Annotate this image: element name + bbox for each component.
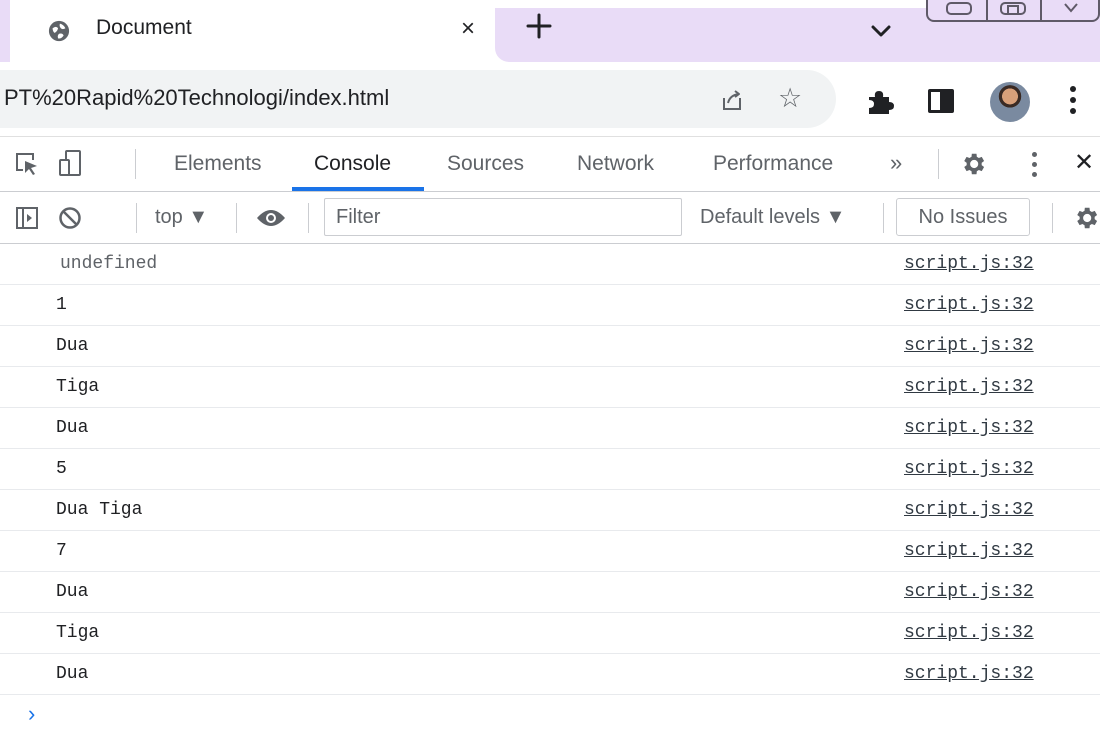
issues-button[interactable]: No Issues xyxy=(896,198,1030,236)
console-settings-icon[interactable] xyxy=(1072,204,1100,232)
console-message: Dua script.js:32 xyxy=(0,572,1100,613)
console-messages: undefined script.js:32 1 script.js:32 Du… xyxy=(0,244,1100,740)
console-message-text: Dua xyxy=(56,582,89,602)
toolbar-divider xyxy=(1052,203,1053,233)
console-message-text: Tiga xyxy=(56,377,100,397)
console-message-text: Dua xyxy=(56,664,89,684)
source-link[interactable]: script.js:32 xyxy=(904,664,1034,684)
source-link[interactable]: script.js:32 xyxy=(904,500,1034,520)
prompt-chevron-icon: › xyxy=(28,701,36,726)
chevron-down-icon[interactable] xyxy=(870,20,892,42)
source-link[interactable]: script.js:32 xyxy=(904,459,1034,479)
toolbar-divider xyxy=(308,203,309,233)
puzzle-icon[interactable] xyxy=(866,87,894,115)
source-link[interactable]: script.js:32 xyxy=(904,582,1034,602)
restore-icon[interactable] xyxy=(1000,2,1026,18)
console-message: 7 script.js:32 xyxy=(0,531,1100,572)
sidebar-icon[interactable] xyxy=(928,89,954,113)
tab-console[interactable]: Console xyxy=(314,152,391,176)
toolbar-divider xyxy=(883,203,884,233)
source-link[interactable]: script.js:32 xyxy=(904,418,1034,438)
tab-performance[interactable]: Performance xyxy=(713,152,833,176)
tab-sources[interactable]: Sources xyxy=(447,152,524,176)
console-prompt[interactable]: › xyxy=(0,695,1100,735)
inspect-element-icon[interactable] xyxy=(14,151,40,177)
console-message: Dua script.js:32 xyxy=(0,654,1100,695)
console-message: 1 script.js:32 xyxy=(0,285,1100,326)
console-message: Tiga script.js:32 xyxy=(0,613,1100,654)
console-message: Dua Tiga script.js:32 xyxy=(0,490,1100,531)
window-control-divider xyxy=(1040,0,1042,20)
console-message-text: Tiga xyxy=(56,623,100,643)
console-message: 5 script.js:32 xyxy=(0,449,1100,490)
source-link[interactable]: script.js:32 xyxy=(904,623,1034,643)
close-window-icon[interactable] xyxy=(1062,2,1080,18)
console-message-text: undefined xyxy=(60,254,158,274)
toolbar-divider xyxy=(938,149,939,179)
log-levels-dropdown[interactable]: Default levels ▼ xyxy=(700,206,845,229)
tab-title: Document xyxy=(96,16,192,39)
minimize-icon[interactable] xyxy=(946,2,972,18)
console-message-text: Dua xyxy=(56,418,89,438)
globe-icon xyxy=(48,20,70,42)
toolbar-divider xyxy=(135,149,136,179)
tab-strip: Document × xyxy=(0,0,1100,62)
device-toolbar-icon[interactable] xyxy=(58,149,88,177)
source-link[interactable]: script.js:32 xyxy=(904,541,1034,561)
source-link[interactable]: script.js:32 xyxy=(904,295,1034,315)
address-bar[interactable]: PT%20Rapid%20Technologi/index.html ☆ xyxy=(0,70,836,128)
tab-network[interactable]: Network xyxy=(577,152,654,176)
browser-toolbar: PT%20Rapid%20Technologi/index.html ☆ xyxy=(0,62,1100,136)
eye-icon[interactable] xyxy=(256,208,286,228)
more-tabs-icon[interactable]: » xyxy=(890,150,902,176)
devtools-tab-bar: Elements Console Sources Network Perform… xyxy=(0,136,1100,192)
console-message: undefined script.js:32 xyxy=(0,244,1100,285)
browser-tab-document[interactable]: Document × xyxy=(10,0,495,62)
toolbar-divider xyxy=(136,203,137,233)
url-text[interactable]: PT%20Rapid%20Technologi/index.html xyxy=(4,85,389,111)
avatar[interactable] xyxy=(990,82,1030,122)
gear-icon[interactable] xyxy=(959,150,987,178)
console-message: Tiga script.js:32 xyxy=(0,367,1100,408)
tab-elements[interactable]: Elements xyxy=(174,152,262,176)
source-link[interactable]: script.js:32 xyxy=(904,254,1034,274)
console-message-text: 7 xyxy=(56,541,67,561)
console-message-text: 1 xyxy=(56,295,67,315)
filter-box xyxy=(324,198,682,236)
window-control-divider xyxy=(986,0,988,20)
share-icon[interactable] xyxy=(720,88,744,112)
console-message-text: Dua Tiga xyxy=(56,500,143,520)
console-message: Dua script.js:32 xyxy=(0,326,1100,367)
source-link[interactable]: script.js:32 xyxy=(904,377,1034,397)
active-tab-indicator xyxy=(292,187,424,191)
close-icon[interactable]: × xyxy=(461,15,475,43)
source-link[interactable]: script.js:32 xyxy=(904,336,1034,356)
console-message-text: Dua xyxy=(56,336,89,356)
toolbar-divider xyxy=(236,203,237,233)
clear-console-icon[interactable] xyxy=(58,206,82,230)
sidebar-toggle-icon[interactable] xyxy=(16,207,38,229)
tab-strip-left-edge xyxy=(0,0,10,62)
close-devtools-icon[interactable]: ✕ xyxy=(1074,148,1094,177)
more-vertical-icon[interactable] xyxy=(1030,152,1038,178)
console-message: Dua script.js:32 xyxy=(0,408,1100,449)
filter-input[interactable] xyxy=(325,199,681,235)
star-icon[interactable]: ☆ xyxy=(778,83,802,113)
plus-icon[interactable] xyxy=(526,13,552,39)
window-controls xyxy=(926,0,1100,22)
more-vertical-icon[interactable] xyxy=(1068,86,1078,116)
console-message-text: 5 xyxy=(56,459,67,479)
console-toolbar: top ▼ Default levels ▼ No Issues xyxy=(0,192,1100,244)
context-selector[interactable]: top ▼ xyxy=(155,206,208,229)
